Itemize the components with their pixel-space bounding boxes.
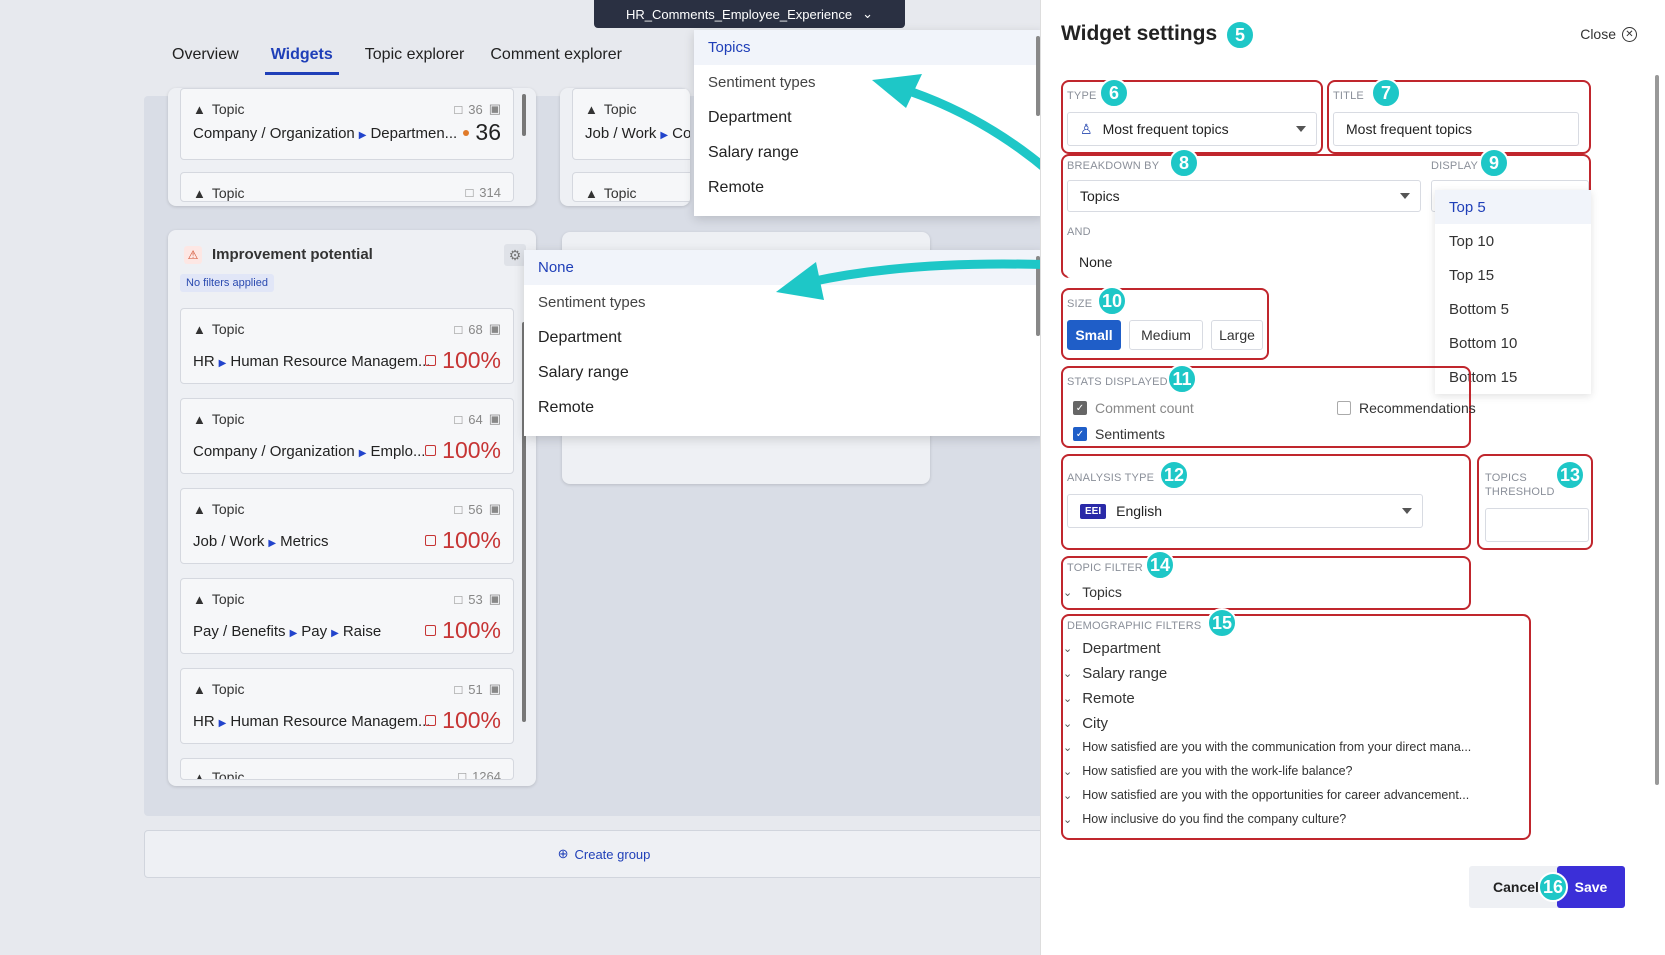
and-select[interactable]: None (1067, 246, 1439, 278)
filter-communication[interactable]: ⌄ How satisfied are you with the communic… (1063, 740, 1471, 754)
threshold-label-2: THRESHOLD (1485, 486, 1555, 498)
chevron-down-icon: ⌄ (1063, 789, 1073, 802)
display-option-bottom5[interactable]: Bottom 5 (1435, 292, 1591, 326)
chevron-down-icon: ⌄ (1063, 643, 1073, 655)
chevron-down-icon: ⌄ (1063, 586, 1073, 599)
panel-title: Widget settings (1061, 22, 1218, 45)
widget-settings-panel: Widget settings 5 Close ✕ TYPE 6 ♙ Most … (1040, 0, 1665, 955)
callout-badge: 15 (1207, 608, 1237, 638)
chevron-down-icon: ⌄ (1063, 718, 1073, 730)
callout-badge: 11 (1167, 364, 1197, 394)
chevron-down-icon (1400, 193, 1410, 199)
close-button[interactable]: Close ✕ (1580, 26, 1637, 42)
filter-work-life[interactable]: ⌄ How satisfied are you with the work-lif… (1063, 764, 1353, 778)
topic-filter-label: TOPIC FILTER (1067, 562, 1143, 574)
callout-badge: 8 (1169, 148, 1199, 178)
threshold-label-1: TOPICS (1485, 472, 1527, 484)
filter-inclusive[interactable]: ⌄ How inclusive do you find the company c… (1063, 812, 1346, 826)
breakdown-select[interactable]: Topics (1067, 180, 1421, 212)
and-label: AND (1067, 226, 1091, 238)
size-large-button[interactable]: Large (1211, 320, 1263, 350)
widget-type-icon: ♙ (1080, 120, 1093, 137)
eei-badge: EEI (1080, 503, 1107, 519)
type-label: TYPE (1067, 90, 1097, 102)
breakdown-label: BREAKDOWN BY (1067, 160, 1160, 172)
filter-remote[interactable]: ⌄ Remote (1063, 690, 1135, 707)
callout-badge: 9 (1479, 148, 1509, 178)
chevron-down-icon: ⌄ (1063, 765, 1073, 778)
size-small-button[interactable]: Small (1067, 320, 1121, 350)
type-select[interactable]: ♙ Most frequent topics (1067, 112, 1317, 146)
panel-scrollbar[interactable] (1655, 75, 1659, 785)
callout-badge: 13 (1555, 460, 1585, 490)
callout-badge: 7 (1371, 78, 1401, 108)
chevron-down-icon: ⌄ (1063, 813, 1073, 826)
sentiments-checkbox[interactable]: ✓ Sentiments (1073, 426, 1165, 442)
chevron-down-icon (1402, 508, 1412, 514)
topic-filter-toggle[interactable]: ⌄ Topics (1063, 584, 1122, 600)
callout-badge: 10 (1097, 286, 1127, 316)
display-option-top10[interactable]: Top 10 (1435, 224, 1591, 258)
filter-department[interactable]: ⌄ Department (1063, 640, 1161, 657)
filter-salary-range[interactable]: ⌄ Salary range (1063, 665, 1167, 682)
chevron-down-icon: ⌄ (1063, 741, 1073, 754)
display-dropdown-list: Top 5 Top 10 Top 15 Bottom 5 Bottom 10 B… (1435, 190, 1591, 394)
display-option-top5[interactable]: Top 5 (1435, 190, 1591, 224)
filter-city[interactable]: ⌄ City (1063, 715, 1108, 732)
arrow-head-and (776, 262, 824, 300)
display-option-bottom10[interactable]: Bottom 10 (1435, 326, 1591, 360)
title-label: TITLE (1333, 90, 1364, 102)
callout-badge: 16 (1538, 872, 1568, 902)
analysis-label: ANALYSIS TYPE (1067, 472, 1155, 484)
checkbox-checked-icon: ✓ (1073, 401, 1087, 415)
size-medium-button[interactable]: Medium (1129, 320, 1203, 350)
callout-badge: 12 (1159, 460, 1189, 490)
callout-badge: 14 (1145, 550, 1175, 580)
display-label: DISPLAY (1431, 160, 1479, 172)
chevron-down-icon: ⌄ (1063, 693, 1073, 705)
checkbox-empty-icon (1337, 401, 1351, 415)
display-option-top15[interactable]: Top 15 (1435, 258, 1591, 292)
chevron-down-icon: ⌄ (1063, 668, 1073, 680)
callout-badge: 6 (1099, 78, 1129, 108)
title-input[interactable]: Most frequent topics (1333, 112, 1579, 146)
analysis-type-select[interactable]: EEI English (1067, 494, 1423, 528)
size-label: SIZE (1067, 298, 1093, 310)
recommendations-checkbox[interactable]: Recommendations (1337, 400, 1476, 416)
chevron-down-icon (1296, 126, 1306, 132)
callout-badge: 5 (1225, 20, 1255, 50)
stats-label: STATS DISPLAYED (1067, 376, 1168, 388)
close-icon: ✕ (1622, 26, 1637, 42)
threshold-input[interactable] (1485, 508, 1589, 542)
comment-count-checkbox[interactable]: ✓ Comment count (1073, 400, 1194, 416)
demographic-label: DEMOGRAPHIC FILTERS (1067, 620, 1202, 632)
filter-career[interactable]: ⌄ How satisfied are you with the opportun… (1063, 788, 1469, 802)
checkbox-checked-icon: ✓ (1073, 427, 1087, 441)
